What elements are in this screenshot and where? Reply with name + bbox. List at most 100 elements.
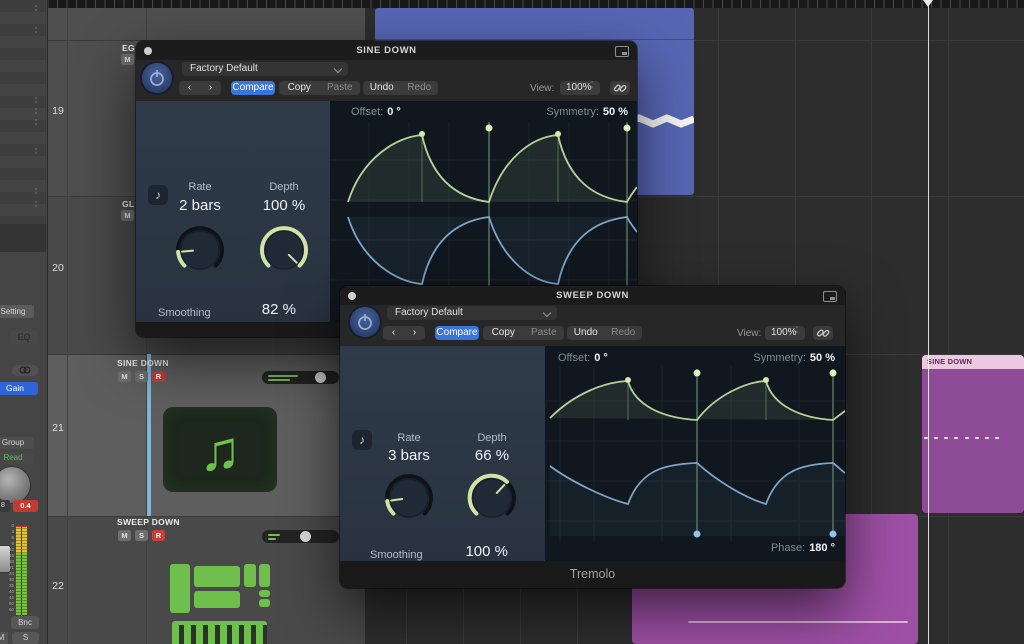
- solo-button[interactable]: S: [135, 371, 148, 382]
- playhead[interactable]: [928, 0, 929, 644]
- rate-knob[interactable]: [379, 468, 439, 528]
- redo-button[interactable]: Redo: [401, 81, 439, 95]
- automation-read-button[interactable]: Read: [0, 452, 34, 464]
- slot-stepper-icon[interactable]: ˆˇ: [31, 122, 41, 130]
- slot-stepper-icon[interactable]: ˆˇ: [31, 151, 41, 159]
- track-volume-slider[interactable]: [262, 530, 339, 543]
- preset-nav-buttons[interactable]: ‹ ›: [383, 326, 425, 340]
- window-titlebar[interactable]: SWEEP DOWN: [340, 286, 845, 306]
- track-row-partial[interactable]: [47, 8, 365, 40]
- track-number[interactable]: 20: [49, 262, 67, 274]
- offset-value: 0 °: [387, 106, 401, 118]
- compare-button[interactable]: Compare: [435, 326, 479, 340]
- smoothing-value[interactable]: 100 %: [443, 543, 508, 560]
- preset-nav-buttons[interactable]: ‹ ›: [179, 81, 221, 95]
- slot-stepper-icon[interactable]: ˆˇ: [31, 8, 41, 16]
- gain-plugin-slot[interactable]: Gain: [0, 382, 38, 395]
- group-button[interactable]: Group: [0, 437, 34, 449]
- track-number[interactable]: 21: [49, 422, 67, 434]
- channel-setting-button[interactable]: Setting: [0, 305, 34, 318]
- slot-stepper-icon[interactable]: ˆˇ: [31, 100, 41, 108]
- next-preset-button[interactable]: ›: [404, 326, 425, 340]
- record-enable-button[interactable]: R: [152, 371, 165, 382]
- undo-button[interactable]: Undo: [363, 81, 401, 95]
- link-button[interactable]: [610, 81, 630, 95]
- paste-button[interactable]: Paste: [524, 326, 565, 340]
- volume-knob[interactable]: [300, 531, 311, 542]
- slot-stepper-icon[interactable]: ˆˇ: [31, 30, 41, 38]
- depth-value[interactable]: 66 %: [452, 447, 532, 464]
- depth-label: Depth: [254, 181, 314, 193]
- slot-stepper-icon[interactable]: ˆˇ: [31, 191, 41, 199]
- record-enable-button[interactable]: R: [152, 530, 165, 541]
- symmetry-readout[interactable]: Symmetry:50 %: [546, 106, 628, 118]
- mute-button[interactable]: M: [0, 632, 8, 644]
- stereo-format-button[interactable]: [12, 365, 38, 376]
- mute-button[interactable]: M: [121, 210, 134, 221]
- mute-button[interactable]: M: [118, 371, 131, 382]
- track-name[interactable]: GL: [122, 199, 134, 209]
- volume-knob[interactable]: [315, 372, 326, 383]
- track-name[interactable]: SINE DOWN: [117, 358, 169, 368]
- eq-thumbnail[interactable]: EQ: [10, 331, 38, 344]
- volume-value[interactable]: 8: [0, 500, 10, 512]
- compare-button[interactable]: Compare: [231, 81, 275, 95]
- track-number[interactable]: 22: [49, 580, 67, 592]
- lfo-waveform-display[interactable]: Offset:0 ° Symmetry:50 % Phase:180 °: [545, 346, 845, 561]
- symmetry-readout[interactable]: Symmetry:50 %: [753, 352, 835, 364]
- window-mode-icon[interactable]: [823, 291, 837, 302]
- window-mode-icon[interactable]: [615, 46, 629, 57]
- power-button[interactable]: [350, 307, 380, 337]
- preset-dropdown[interactable]: Factory Default: [182, 62, 348, 76]
- next-preset-button[interactable]: ›: [200, 81, 221, 95]
- track-icon-music-note: ♫: [163, 407, 277, 492]
- depth-knob[interactable]: [254, 220, 314, 280]
- prev-preset-button[interactable]: ‹: [179, 81, 200, 95]
- offset-readout[interactable]: Offset:0 °: [558, 352, 608, 364]
- redo-button[interactable]: Redo: [605, 326, 643, 340]
- rate-value[interactable]: 2 bars: [160, 197, 240, 214]
- track-name[interactable]: EG: [122, 43, 135, 53]
- solo-button[interactable]: S: [135, 530, 148, 541]
- power-button[interactable]: [142, 63, 172, 93]
- copy-button[interactable]: Copy: [483, 326, 524, 340]
- smoothing-value[interactable]: 82 %: [231, 301, 296, 318]
- view-zoom-dropdown[interactable]: 100% ˆˇ: [765, 326, 805, 340]
- mute-button[interactable]: M: [118, 530, 131, 541]
- plugin-footer: Tremolo: [340, 561, 845, 588]
- symmetry-value: 50 %: [603, 106, 628, 118]
- prev-preset-button[interactable]: ‹: [383, 326, 404, 340]
- link-button[interactable]: [813, 326, 833, 340]
- phase-readout[interactable]: Phase:180 °: [771, 542, 835, 554]
- solo-button[interactable]: S: [12, 632, 39, 644]
- lfo-waveform-graph: [545, 346, 845, 561]
- depth-value[interactable]: 100 %: [244, 197, 324, 214]
- peak-level-badge[interactable]: 0.4: [13, 500, 38, 512]
- track-volume-slider[interactable]: [262, 371, 339, 384]
- slot-stepper-icon[interactable]: ˆˇ: [31, 111, 41, 119]
- rate-value[interactable]: 3 bars: [369, 447, 449, 464]
- slot-stepper-icon[interactable]: ˆˇ: [31, 204, 41, 212]
- midi-note: [985, 437, 989, 439]
- offset-readout[interactable]: Offset:0 °: [351, 106, 401, 118]
- track-number[interactable]: 19: [49, 105, 67, 117]
- undo-button[interactable]: Undo: [567, 326, 605, 340]
- copy-button[interactable]: Copy: [279, 81, 320, 95]
- pan-knob[interactable]: [0, 466, 31, 504]
- level-indicator: [268, 375, 298, 377]
- bounce-button[interactable]: Bnc: [11, 616, 39, 629]
- mute-button[interactable]: M: [121, 54, 134, 65]
- preset-dropdown[interactable]: Factory Default: [387, 306, 557, 320]
- rate-knob[interactable]: [170, 220, 230, 280]
- track-icon-keyboard: [172, 621, 267, 644]
- window-titlebar[interactable]: SINE DOWN: [136, 41, 637, 61]
- paste-button[interactable]: Paste: [320, 81, 361, 95]
- playhead-marker[interactable]: [923, 0, 933, 7]
- view-zoom-dropdown[interactable]: 100% ˆˇ: [560, 81, 600, 95]
- preset-name: Factory Default: [395, 307, 463, 318]
- depth-knob[interactable]: [462, 468, 522, 528]
- midi-region-sine-down[interactable]: SINE DOWN: [922, 355, 1024, 513]
- plugin-window-sweep-down[interactable]: SWEEP DOWN Factory Default ‹ › Compare C…: [340, 286, 845, 588]
- midi-note: [944, 437, 948, 439]
- track-name[interactable]: SWEEP DOWN: [117, 517, 180, 527]
